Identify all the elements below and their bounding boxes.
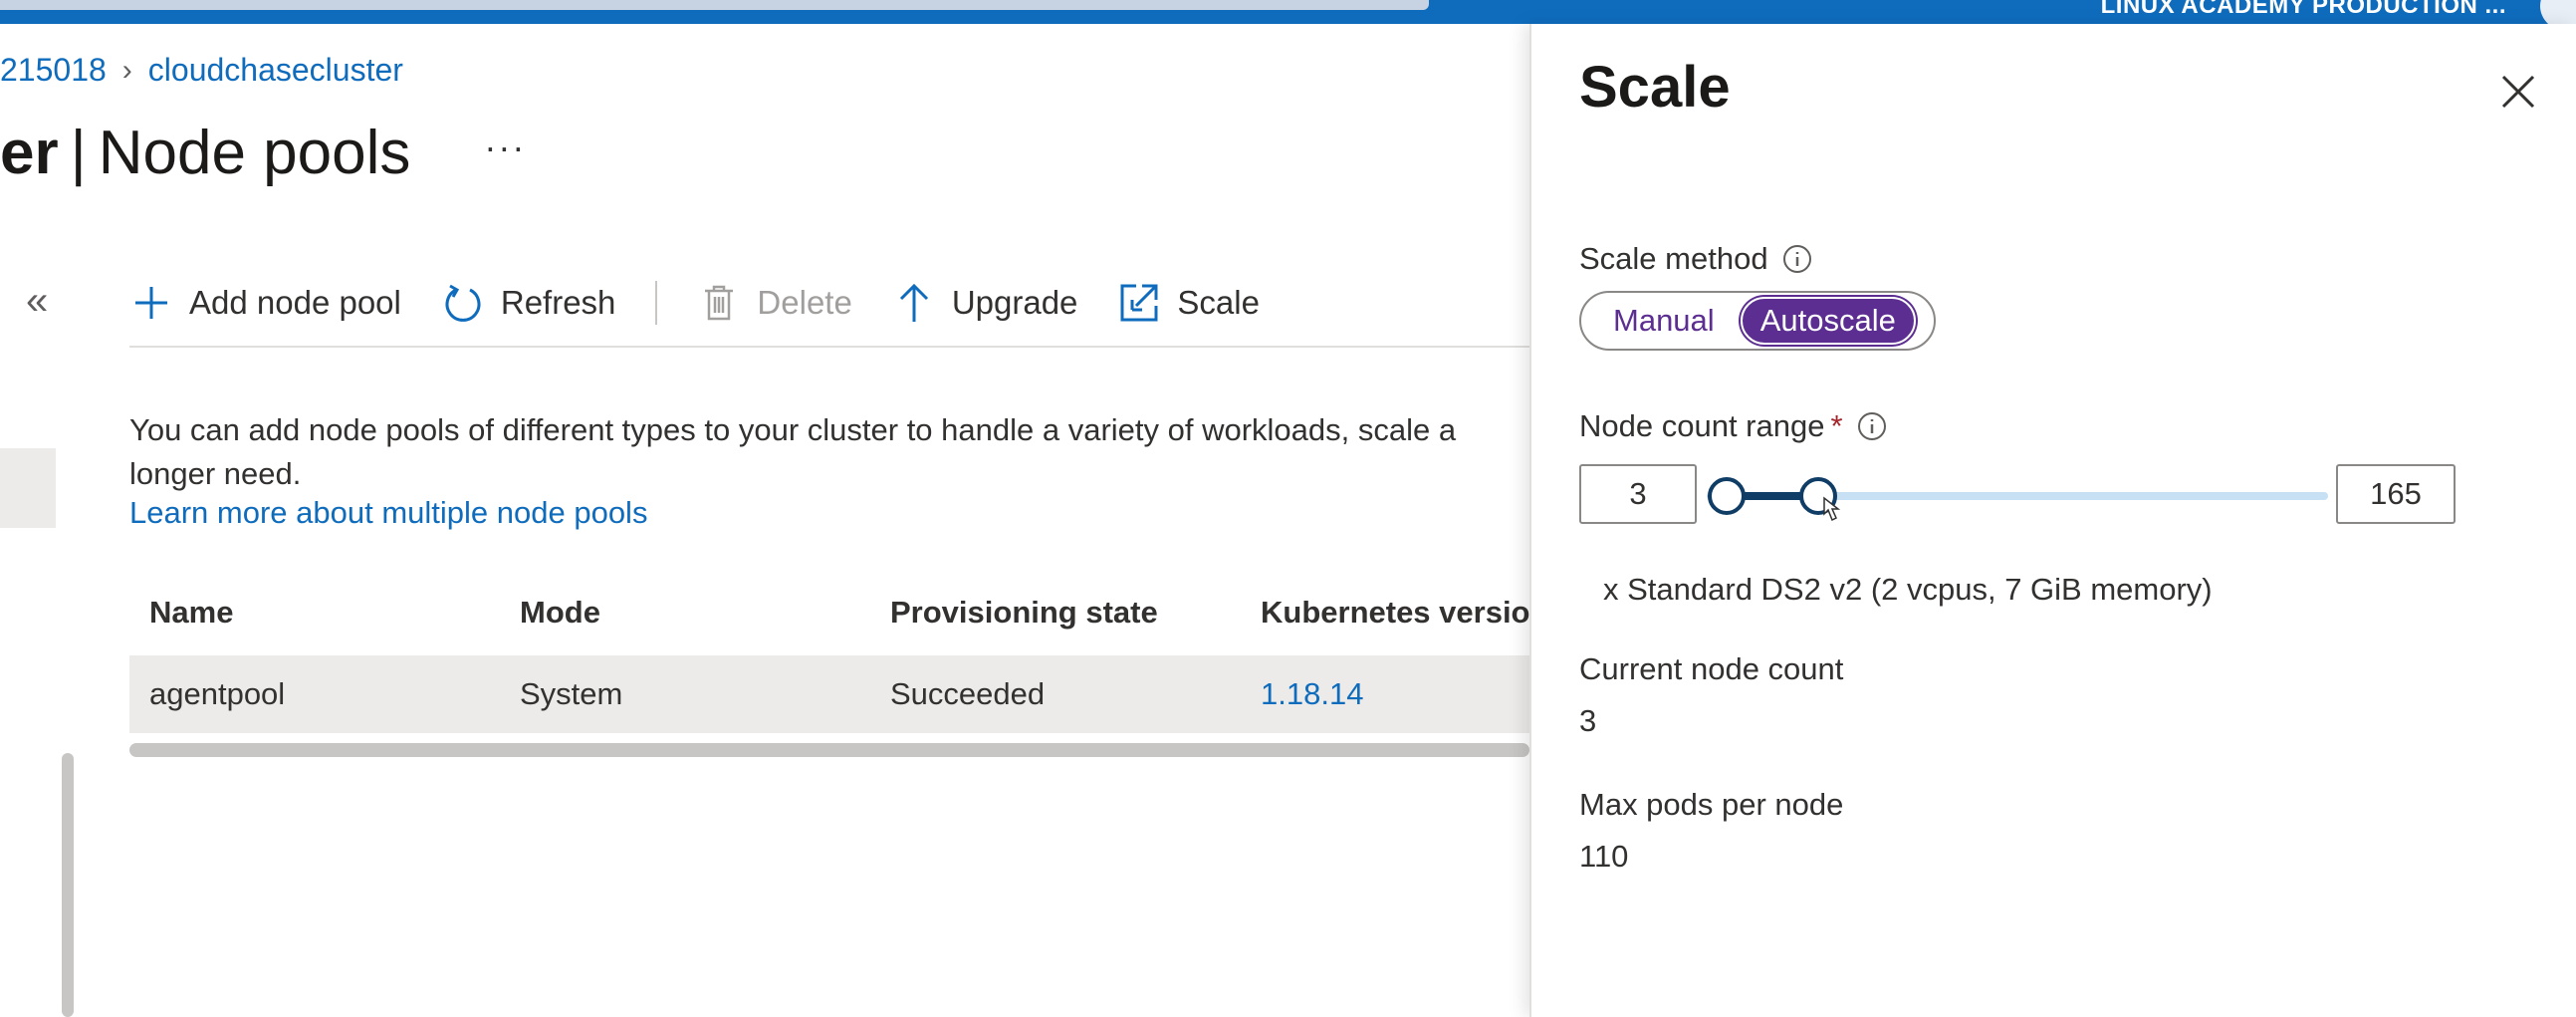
page-title: er | Node pools ···	[0, 118, 526, 188]
max-pods-value: 110	[1579, 839, 1629, 874]
page-title-prefix: er	[0, 119, 59, 187]
scale-button[interactable]: Scale	[1117, 281, 1260, 325]
cell-kubernetes-version-link[interactable]: 1.18.14	[1241, 676, 1529, 712]
refresh-label: Refresh	[500, 284, 616, 321]
toolbar-divider	[655, 281, 658, 325]
refresh-button[interactable]: Refresh	[441, 281, 616, 325]
page-title-separator: |	[70, 119, 87, 187]
max-pods-label: Max pods per node	[1579, 787, 1844, 822]
delete-button[interactable]: Delete	[697, 281, 852, 325]
scale-label: Scale	[1177, 284, 1260, 321]
delete-label: Delete	[757, 284, 852, 321]
breadcrumb-parent[interactable]: 215018	[0, 52, 107, 89]
sidebar-scrollbar[interactable]	[62, 753, 74, 1017]
info-icon[interactable]	[1857, 411, 1887, 441]
node-count-max-input[interactable]: 165	[2336, 464, 2456, 524]
plus-icon	[129, 281, 173, 325]
scale-panel: Scale Scale method Manual Autoscale Node…	[1529, 24, 2576, 1017]
toolbar-divider-line	[129, 346, 1529, 348]
tenant-name[interactable]: LINUX ACADEMY PRODUCTION ...	[2101, 0, 2506, 20]
breadcrumb-chevron-icon: ›	[121, 53, 132, 87]
description-line-1: You can add node pools of different type…	[129, 412, 1457, 447]
column-header-kubernetes-version[interactable]: Kubernetes version	[1241, 595, 1529, 631]
scale-method-label: Scale method	[1579, 241, 1812, 277]
description: You can add node pools of different type…	[129, 408, 1529, 496]
node-pools-table: Name Mode Provisioning state Kubernetes …	[129, 584, 1529, 733]
table-header: Name Mode Provisioning state Kubernetes …	[129, 584, 1529, 641]
table-row[interactable]: agentpool System Succeeded 1.18.14	[129, 655, 1529, 733]
node-count-range-label-text: Node count range	[1579, 408, 1825, 443]
column-header-name[interactable]: Name	[129, 595, 500, 631]
upgrade-label: Upgrade	[951, 284, 1078, 321]
close-button[interactable]	[2488, 62, 2548, 122]
scale-icon	[1117, 281, 1161, 325]
required-indicator: *	[1830, 408, 1843, 443]
scale-method-autoscale[interactable]: Autoscale	[1740, 297, 1916, 345]
learn-more-link[interactable]: Learn more about multiple node pools	[129, 495, 647, 531]
top-bar: LINUX ACADEMY PRODUCTION ...	[0, 0, 2576, 24]
node-count-range-slider[interactable]	[1707, 468, 2328, 524]
close-icon	[2501, 75, 2535, 109]
arrow-up-icon	[892, 281, 936, 325]
column-header-mode[interactable]: Mode	[500, 595, 870, 631]
add-node-pool-button[interactable]: Add node pool	[129, 281, 401, 325]
chevron-double-left-icon[interactable]: «	[26, 281, 48, 321]
slider-min-thumb[interactable]	[1708, 477, 1746, 515]
cell-mode: System	[520, 676, 623, 711]
scale-method-manual[interactable]: Manual	[1587, 297, 1741, 345]
page-title-main: Node pools	[98, 119, 411, 187]
info-icon[interactable]	[1782, 244, 1812, 274]
current-node-count-value: 3	[1579, 703, 1597, 738]
ellipsis-icon[interactable]: ···	[484, 127, 526, 168]
node-count-range-label: Node count range *	[1579, 408, 1887, 444]
table-horizontal-scrollbar[interactable]	[129, 743, 1529, 757]
global-search-bar[interactable]	[0, 0, 1429, 10]
current-node-count-label: Current node count	[1579, 651, 1844, 686]
breadcrumb-current[interactable]: cloudchasecluster	[148, 52, 403, 89]
avatar[interactable]	[2540, 0, 2576, 24]
column-header-provisioning-state[interactable]: Provisioning state	[870, 595, 1241, 631]
cell-name: agentpool	[149, 676, 286, 711]
sidebar-selected-item[interactable]	[0, 448, 56, 528]
command-bar: Add node pool Refresh Delete Upgrade Sca…	[129, 279, 1299, 327]
scale-method-toggle: Manual Autoscale	[1579, 291, 1936, 351]
node-count-min-input[interactable]: 3	[1579, 464, 1697, 524]
refresh-icon	[441, 281, 485, 325]
add-node-pool-label: Add node pool	[189, 284, 401, 321]
scale-method-label-text: Scale method	[1579, 241, 1768, 276]
upgrade-button[interactable]: Upgrade	[892, 281, 1078, 325]
vm-size-text: x Standard DS2 v2 (2 vcpus, 7 GiB memory…	[1603, 572, 2213, 607]
description-line-2: longer need.	[129, 456, 302, 491]
trash-icon	[697, 281, 741, 325]
cell-provisioning-state: Succeeded	[890, 676, 1046, 711]
panel-title: Scale	[1579, 55, 1731, 120]
breadcrumb: 215018 › cloudchasecluster	[0, 52, 403, 89]
